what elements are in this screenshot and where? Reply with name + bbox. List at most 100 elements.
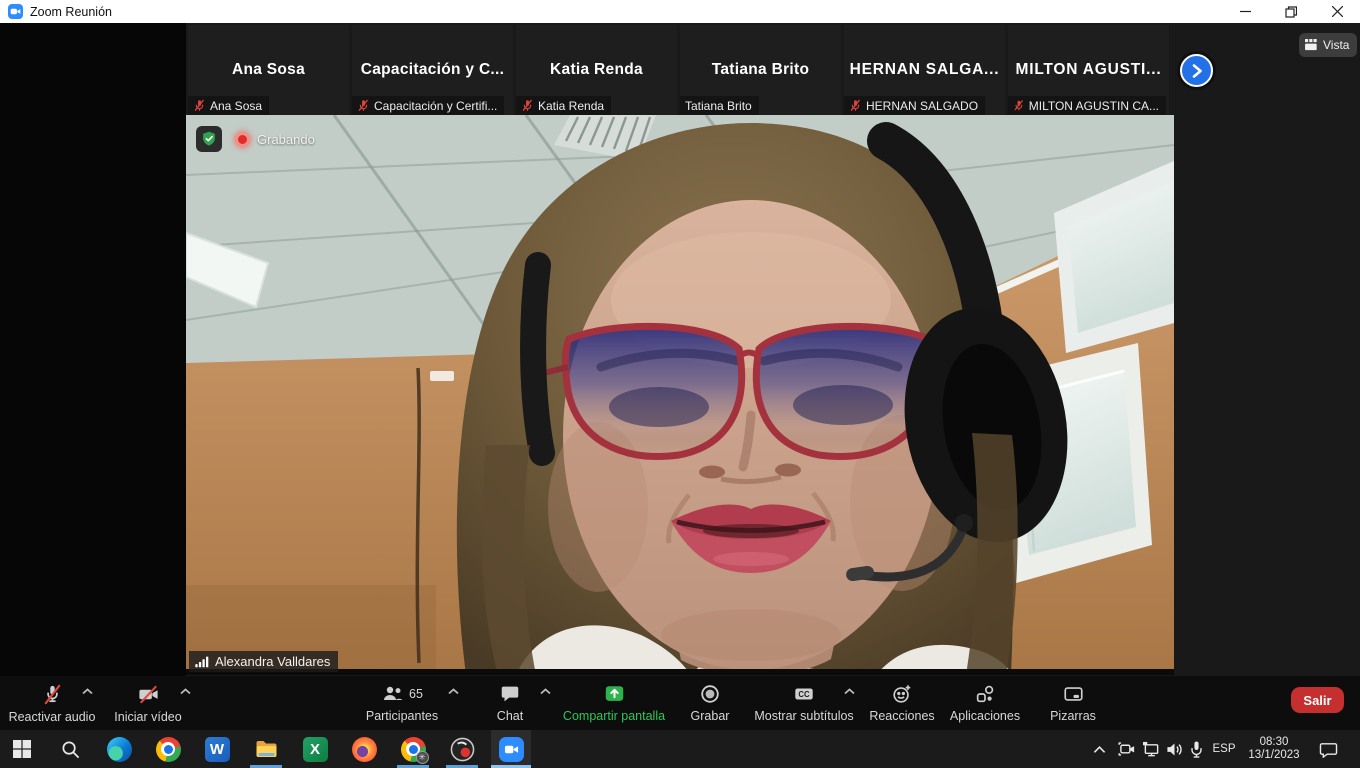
participants-button[interactable]: 65 Participantes [352,676,452,730]
recording-indicator: Grabando [196,126,315,152]
participant-name: MILTON AGUSTI... [1008,61,1169,79]
muted-mic-icon [41,683,64,706]
participant-name: Katia Renda [516,61,677,79]
participant-tile-ana-sosa[interactable]: Ana Sosa Ana Sosa [188,25,349,115]
chat-button[interactable]: Chat [474,676,546,730]
grid-view-icon [1305,39,1318,51]
zoom-icon [499,737,524,762]
share-screen-button[interactable]: Compartir pantalla [552,676,676,730]
muted-mic-icon [849,99,862,112]
unmute-button[interactable]: Reactivar audio [4,676,100,730]
firefox-icon [352,737,377,762]
muted-mic-icon [357,99,370,112]
recording-dot-icon [236,133,249,146]
tray-camera-in-use-icon[interactable] [1115,730,1139,768]
chrome-icon: ✳ [401,737,426,762]
tray-speaker-icon[interactable] [1162,730,1186,768]
participant-tile-tatiana-brito[interactable]: Tatiana Brito Tatiana Brito [680,25,841,115]
taskbar-zoom[interactable] [491,730,531,768]
windows-logo-icon [12,739,32,759]
closed-captions-icon: CC [792,683,816,705]
participants-options-chevron[interactable] [448,688,459,695]
next-participants-button[interactable] [1180,54,1213,87]
audio-options-chevron[interactable] [82,688,93,695]
word-icon: W [205,737,230,762]
participant-name: Capacitación y C... [352,61,513,79]
start-button[interactable] [2,730,42,768]
reactions-button[interactable]: Reacciones [862,676,942,730]
participant-label: HERNAN SALGADO [844,96,985,115]
tray-language[interactable]: ESP [1209,730,1239,768]
obs-icon [450,737,475,762]
minimize-button[interactable] [1222,0,1268,23]
chrome-profile-badge: ✳ [416,751,429,764]
taskbar-edge[interactable] [99,730,139,768]
tray-clock[interactable]: 08:30 13/1/2023 [1243,730,1305,768]
taskbar-chrome-2[interactable]: ✳ [393,730,433,768]
participant-tile-milton-agustin[interactable]: MILTON AGUSTI... MILTON AGUSTIN CA... [1008,25,1169,115]
record-icon [699,683,721,705]
recording-label: Grabando [257,132,315,147]
participant-name: Tatiana Brito [680,61,841,79]
speaker-name: Alexandra Valldares [215,654,330,669]
taskbar-firefox[interactable] [344,730,384,768]
participants-icon [381,683,405,705]
captions-options-chevron[interactable] [844,688,855,695]
participant-label: MILTON AGUSTIN CA... [1008,96,1166,115]
taskbar-file-explorer[interactable] [246,730,286,768]
meeting-toolbar: Reactivar audio Iniciar vídeo 65 Partici… [0,676,1360,730]
close-button[interactable] [1314,0,1360,23]
captions-button[interactable]: CC Mostrar subtítulos [748,676,860,730]
participant-label: Capacitación y Certifi... [352,96,504,115]
video-options-chevron[interactable] [180,688,191,695]
apps-icon [974,683,996,705]
muted-mic-icon [521,99,534,112]
whiteboards-button[interactable]: Pizarras [1034,676,1112,730]
start-video-button[interactable]: Iniciar vídeo [102,676,194,730]
tray-microphone-icon[interactable] [1185,730,1207,768]
muted-mic-icon [1013,99,1025,112]
share-screen-icon [603,683,626,705]
audio-level-icon [194,654,210,669]
taskbar-excel[interactable]: X [295,730,335,768]
participant-label: Tatiana Brito [680,96,759,115]
participant-tile-katia-renda[interactable]: Katia Renda Katia Renda [516,25,677,115]
participant-label: Katia Renda [516,96,611,115]
apps-button[interactable]: Aplicaciones [940,676,1030,730]
participant-label: Ana Sosa [188,96,269,115]
search-icon [60,739,81,760]
window-title: Zoom Reunión [30,5,112,19]
speaker-name-chip: Alexandra Valldares [189,651,338,672]
taskbar-search-button[interactable] [50,730,90,768]
participant-tile-capacitacion[interactable]: Capacitación y C... Capacitación y Certi… [352,25,513,115]
taskbar-word[interactable]: W [197,730,237,768]
excel-icon: X [303,737,328,762]
security-shield-icon[interactable] [196,126,222,152]
notification-bubble-icon [1319,741,1338,758]
taskbar-obs[interactable] [442,730,482,768]
chat-icon [499,683,521,705]
chevron-right-icon [1190,63,1204,79]
restore-button[interactable] [1268,0,1314,23]
record-button[interactable]: Grabar [676,676,744,730]
participant-tile-hernan-salgado[interactable]: HERNAN SALGA... HERNAN SALGADO [844,25,1005,115]
view-button[interactable]: Vista [1299,33,1357,57]
active-speaker-video: Grabando Alexandra Valldares [186,115,1174,675]
whiteboard-icon [1062,683,1085,705]
taskbar-chrome[interactable] [148,730,188,768]
chat-options-chevron[interactable] [540,688,551,695]
tray-network-icon[interactable] [1139,730,1163,768]
action-center-button[interactable] [1313,730,1343,768]
leave-meeting-button[interactable]: Salir [1291,687,1344,713]
file-explorer-icon [254,737,279,761]
reactions-icon [891,683,913,705]
tray-chevron-up[interactable] [1087,730,1111,768]
tray-time: 08:30 [1260,736,1289,749]
tray-date: 13/1/2023 [1248,749,1299,762]
zoom-app-icon [8,4,23,19]
muted-camera-icon [137,683,160,706]
zoom-meeting-window: { "window": { "title": "Zoom Reunión" },… [0,0,1360,768]
speaker-video-scene [186,115,1174,675]
window-controls [1222,0,1360,23]
windows-taskbar: W X ✳ [0,730,1360,768]
